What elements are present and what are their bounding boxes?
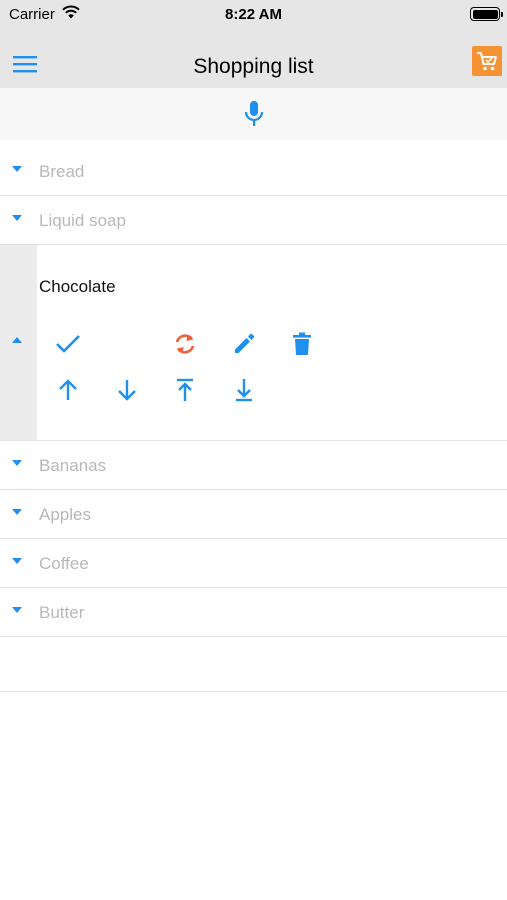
list-item[interactable]: Butter — [0, 588, 507, 637]
move-to-bottom-button[interactable] — [227, 373, 261, 407]
voice-input-bar — [0, 88, 507, 140]
arrow-up-icon — [59, 379, 77, 400]
move-to-top-icon — [177, 378, 193, 401]
expanded-item-label: Chocolate — [39, 277, 116, 296]
new-item-row[interactable] — [0, 637, 507, 692]
expand-caret-icon[interactable] — [12, 215, 22, 221]
pencil-icon — [235, 333, 255, 353]
mark-bought-button[interactable] — [51, 327, 85, 361]
shopping-list: Bread Liquid soap Chocolate Bananas Appl… — [0, 147, 507, 692]
check-icon — [56, 335, 80, 353]
trash-icon — [293, 332, 311, 355]
delete-button[interactable] — [285, 327, 319, 361]
item-label: Liquid soap — [39, 211, 126, 230]
expand-caret-icon[interactable] — [12, 509, 22, 515]
shopping-cart-icon — [477, 52, 497, 71]
expand-caret-icon[interactable] — [12, 558, 22, 564]
item-label: Apples — [39, 505, 91, 524]
item-label: Bread — [39, 162, 85, 181]
item-label: Butter — [39, 603, 85, 622]
edit-button[interactable] — [227, 327, 261, 361]
list-item[interactable]: Bananas — [0, 441, 507, 490]
item-label: Bananas — [39, 456, 107, 475]
microphone-icon — [244, 101, 264, 126]
expanded-list-item[interactable]: Chocolate — [0, 245, 507, 441]
expand-caret-icon[interactable] — [12, 166, 22, 172]
battery-icon — [470, 7, 503, 21]
header: Shopping list — [0, 40, 507, 88]
page-title: Shopping list — [193, 55, 314, 78]
item-label: Coffee — [39, 554, 89, 573]
repeat-button[interactable] — [168, 327, 202, 361]
list-item[interactable]: Bread — [0, 147, 507, 196]
list-item[interactable]: Liquid soap — [0, 196, 507, 245]
status-bar: Carrier 8:22 AM — [0, 0, 507, 40]
collapse-caret-icon[interactable] — [12, 337, 22, 343]
move-to-bottom-icon — [236, 379, 252, 402]
expand-caret-icon[interactable] — [12, 460, 22, 466]
expanded-item-side — [0, 245, 37, 440]
move-up-button[interactable] — [51, 373, 85, 407]
list-item[interactable]: Apples — [0, 490, 507, 539]
list-item[interactable]: Coffee — [0, 539, 507, 588]
sync-icon — [175, 334, 195, 354]
move-down-button[interactable] — [110, 373, 144, 407]
cart-button[interactable] — [472, 46, 502, 76]
microphone-button[interactable] — [241, 99, 267, 129]
expand-caret-icon[interactable] — [12, 607, 22, 613]
status-time: 8:22 AM — [225, 6, 282, 23]
move-to-top-button[interactable] — [168, 373, 202, 407]
arrow-down-icon — [118, 380, 136, 401]
